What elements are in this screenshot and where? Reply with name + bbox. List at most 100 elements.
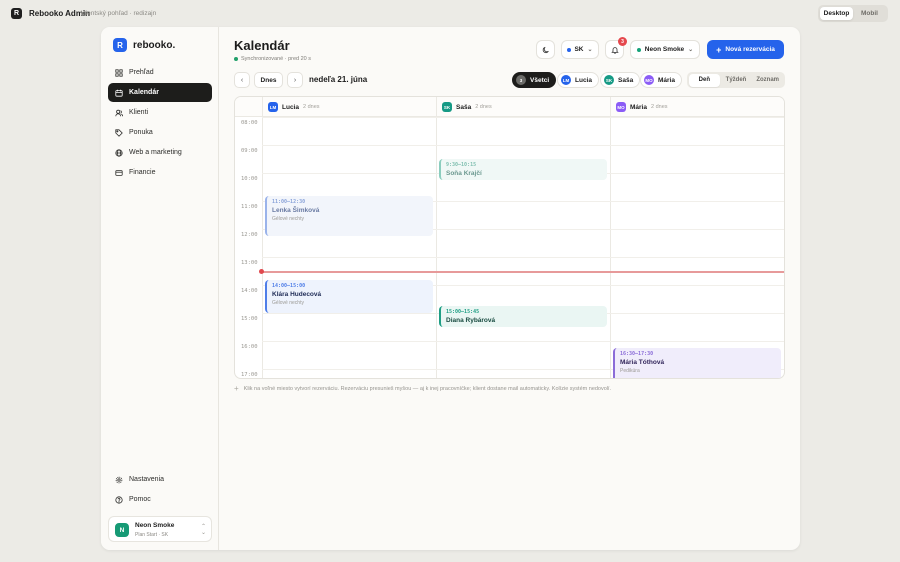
plus-icon: + bbox=[234, 384, 239, 393]
sidebar-item-web-marketing[interactable]: Web a marketing bbox=[108, 143, 212, 162]
users-icon bbox=[115, 109, 123, 116]
hour-gridline bbox=[262, 117, 784, 118]
device-toggle: Desktop Mobil bbox=[818, 5, 888, 22]
sidebar-item-label: Prehľad bbox=[129, 69, 154, 76]
time-label: 09:00 bbox=[241, 148, 258, 154]
moon-icon bbox=[542, 46, 549, 53]
gear-icon bbox=[115, 476, 123, 483]
time-label: 10:00 bbox=[241, 176, 258, 182]
grid-icon bbox=[115, 68, 123, 77]
staff-filter-sasa[interactable]: SK Saša bbox=[600, 72, 641, 88]
day-calendar-grid[interactable]: LM Lucia 2 dnes SK Saša 2 dnes MO Mária … bbox=[234, 96, 785, 379]
sidebar-item-label: Financie bbox=[129, 169, 156, 176]
booking-event[interactable]: 9:30–10:15 Soňa Krajčí bbox=[439, 159, 607, 180]
sidebar-item-offer[interactable]: Ponuka bbox=[108, 123, 212, 142]
staff-avatar: SK bbox=[604, 75, 614, 85]
sidebar-item-calendar[interactable]: Kalendár bbox=[108, 83, 212, 102]
studio-select[interactable]: Neon Smoke ⌄ bbox=[630, 40, 700, 59]
chevron-down-icon: ⌄ bbox=[688, 47, 694, 53]
booking-service: Gélové nechty bbox=[272, 300, 304, 307]
booking-client: Soňa Krajčí bbox=[446, 170, 482, 177]
bell-icon bbox=[610, 46, 619, 54]
sidebar-item-label: Ponuka bbox=[129, 129, 153, 136]
chevron-down-icon: ⌄ bbox=[587, 47, 593, 53]
column-staff-name: Saša bbox=[456, 103, 472, 111]
theme-toggle-button[interactable] bbox=[536, 40, 555, 59]
tag-icon bbox=[115, 128, 123, 137]
device-desktop-button[interactable]: Desktop bbox=[820, 7, 853, 20]
view-week-button[interactable]: Týždeň bbox=[720, 74, 752, 87]
next-day-button[interactable]: › bbox=[287, 72, 303, 88]
column-staff-name: Lucia bbox=[282, 103, 299, 111]
time-label: 16:00 bbox=[241, 344, 258, 350]
help-icon bbox=[115, 495, 123, 504]
calendar-toolbar: ‹ Dnes › nedeľa 21. júna 3 Všetci LM Luc… bbox=[234, 72, 785, 88]
sidebar-nav: Prehľad Kalendár Klienti Ponuka Web a ma… bbox=[108, 63, 212, 183]
time-label: 15:00 bbox=[241, 316, 258, 322]
calendar-icon bbox=[115, 89, 123, 97]
column-header-sasa: SK Saša 2 dnes bbox=[436, 97, 492, 117]
sidebar-item-finance[interactable]: Financie bbox=[108, 163, 212, 182]
booking-time: 16:30–17:30 bbox=[620, 351, 654, 357]
calendar-header: LM Lucia 2 dnes SK Saša 2 dnes MO Mária … bbox=[235, 97, 784, 117]
avatar: N bbox=[115, 523, 129, 537]
booking-client: Lenka Šimková bbox=[272, 207, 320, 215]
current-date: nedeľa 21. júna bbox=[309, 75, 368, 84]
sidebar-item-help[interactable]: Pomoc bbox=[108, 490, 212, 509]
rebooko-logo-icon: R bbox=[113, 38, 127, 52]
sidebar-item-clients[interactable]: Klienti bbox=[108, 103, 212, 122]
staff-filter-label: Mária bbox=[658, 76, 675, 84]
booking-time: 11:00–12:30 bbox=[272, 199, 306, 206]
account-switcher[interactable]: N Neon Smoke Plan Start · SK ⌃ ⌄ bbox=[108, 516, 212, 542]
plus-icon: + bbox=[716, 44, 722, 55]
booking-time: 14:00–15:00 bbox=[272, 283, 306, 290]
status-dot-icon bbox=[234, 57, 238, 61]
sidebar-item-settings[interactable]: Nastavenia bbox=[108, 470, 212, 489]
time-label: 12:00 bbox=[241, 232, 258, 238]
view-switcher: Deň Týždeň Zoznam bbox=[687, 72, 785, 88]
sync-status: Synchronizované · pred 20 s bbox=[234, 56, 311, 62]
view-list-button[interactable]: Zoznam bbox=[752, 74, 784, 87]
booking-event[interactable]: 11:00–12:30 Lenka Šimková Gélové nechty bbox=[265, 196, 433, 236]
staff-filter-label: Saša bbox=[618, 76, 634, 84]
app-logo: R bbox=[11, 8, 22, 19]
booking-time: 9:30–10:15 bbox=[446, 162, 477, 168]
booking-event[interactable]: 14:00–15:00 Klára Hudecová Gélové nechty bbox=[265, 280, 433, 313]
booking-client: Klára Hudecová bbox=[272, 291, 322, 299]
column-divider bbox=[262, 97, 263, 378]
sidebar-item-label: Web a marketing bbox=[129, 149, 182, 156]
column-divider bbox=[436, 97, 437, 378]
sidebar-item-label: Klienti bbox=[129, 109, 149, 116]
main-content: Kalendár Synchronizované · pred 20 s SK … bbox=[219, 27, 800, 550]
staff-avatar: MO bbox=[616, 102, 626, 112]
calendar-hint-text: Klik na voľné miesto vytvorí rezerváciu.… bbox=[243, 385, 612, 392]
device-mobile-button[interactable]: Mobil bbox=[853, 7, 886, 20]
language-select[interactable]: SK ⌄ bbox=[561, 40, 599, 59]
column-staff-name: Mária bbox=[630, 103, 647, 111]
booking-event[interactable]: 15:00–15:45 Diana Rybárová bbox=[439, 306, 607, 327]
sidebar-item-label: Pomoc bbox=[129, 496, 151, 503]
booking-event[interactable]: 16:30–17:30 Mária Tóthová Pedikúra bbox=[613, 348, 781, 378]
column-divider bbox=[610, 97, 611, 378]
hour-gridline bbox=[262, 341, 784, 342]
sidebar: R rebooko. Prehľad Kalendár Klienti Ponu… bbox=[101, 27, 219, 550]
prev-day-button[interactable]: ‹ bbox=[234, 72, 250, 88]
staff-filter-lucia[interactable]: LM Lucia bbox=[557, 72, 599, 88]
staff-filter-label: Všetci bbox=[530, 76, 550, 84]
staff-filter-maria[interactable]: MO Mária bbox=[640, 72, 682, 88]
staff-filter-all[interactable]: 3 Všetci bbox=[512, 72, 557, 88]
studio-dot-icon bbox=[636, 47, 641, 52]
studio-label: Neon Smoke bbox=[644, 46, 685, 53]
today-button[interactable]: Dnes bbox=[254, 72, 283, 88]
new-booking-button[interactable]: + Nová rezervácia bbox=[707, 40, 784, 59]
sidebar-item-overview[interactable]: Prehľad bbox=[108, 63, 212, 82]
time-label: 14:00 bbox=[241, 288, 258, 294]
hour-gridline bbox=[262, 145, 784, 146]
current-time-line bbox=[262, 271, 784, 273]
card-icon bbox=[115, 169, 123, 176]
language-dot-icon bbox=[567, 47, 572, 52]
app-subtitle: klientský pohľad · redizajn bbox=[81, 10, 157, 17]
view-day-button[interactable]: Deň bbox=[688, 73, 721, 87]
column-staff-count: 2 dnes bbox=[650, 104, 668, 110]
staff-avatar: MO bbox=[644, 75, 654, 85]
